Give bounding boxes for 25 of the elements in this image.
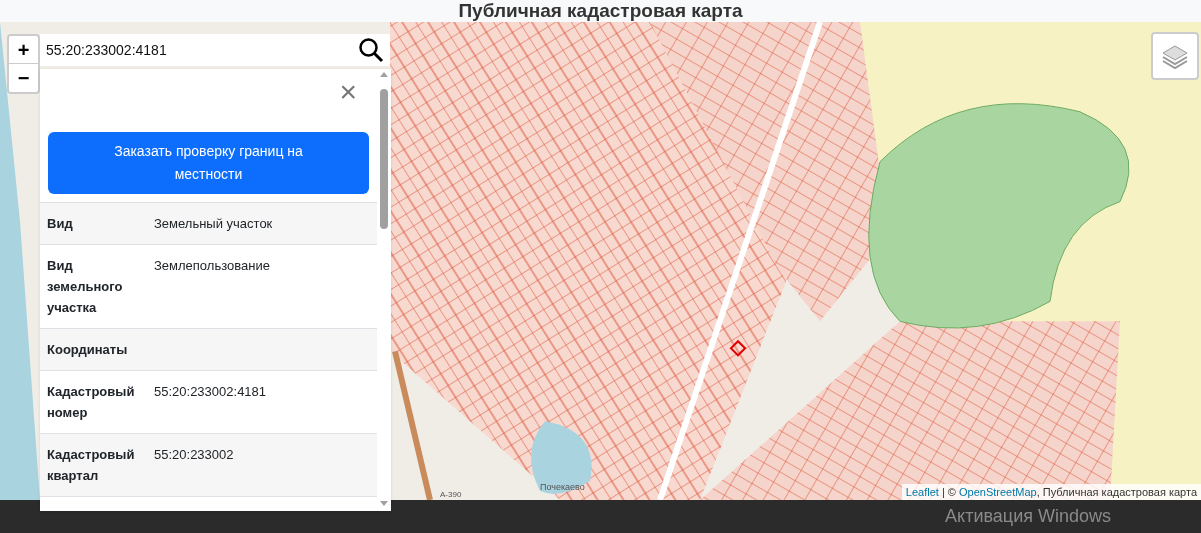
row-label: Вид земельного участка <box>47 257 124 317</box>
row-label: Вид <box>47 215 74 233</box>
row-label: Кадастровый квартал <box>47 446 136 485</box>
page-title: Публичная кадастровая карта <box>458 0 743 22</box>
row-value: Земельный участок <box>154 215 273 233</box>
osm-link[interactable]: OpenStreetMap <box>959 486 1037 498</box>
search-field[interactable]: 55:20:233002:4181 <box>40 34 390 66</box>
search-value: 55:20:233002:4181 <box>46 40 168 60</box>
zoom-in-button[interactable]: + <box>9 36 38 64</box>
close-button[interactable]: × <box>339 79 357 105</box>
row-value: Землепользование <box>154 257 270 275</box>
row-value: 55:20:233002 <box>154 446 234 464</box>
leaflet-link[interactable]: Leaflet <box>905 486 939 498</box>
row-label: Координаты <box>47 341 129 359</box>
activation-notice: Активация Windows <box>945 505 1111 528</box>
order-check-button[interactable]: Заказать проверку границ на местности <box>48 132 369 194</box>
place-label: Почекаево <box>540 482 585 492</box>
row-label: Кадастровый номер <box>47 383 136 422</box>
row-value: 55:20:233002:4181 <box>154 383 267 401</box>
zoom-out-button[interactable]: − <box>9 64 38 92</box>
attribution-separator: | © <box>940 486 957 498</box>
road-label: А-390 <box>440 490 462 499</box>
attribution-text: , Публичная кадастровая карта <box>1036 486 1197 498</box>
layers-button[interactable] <box>1151 32 1199 80</box>
search-icon[interactable] <box>358 37 384 63</box>
